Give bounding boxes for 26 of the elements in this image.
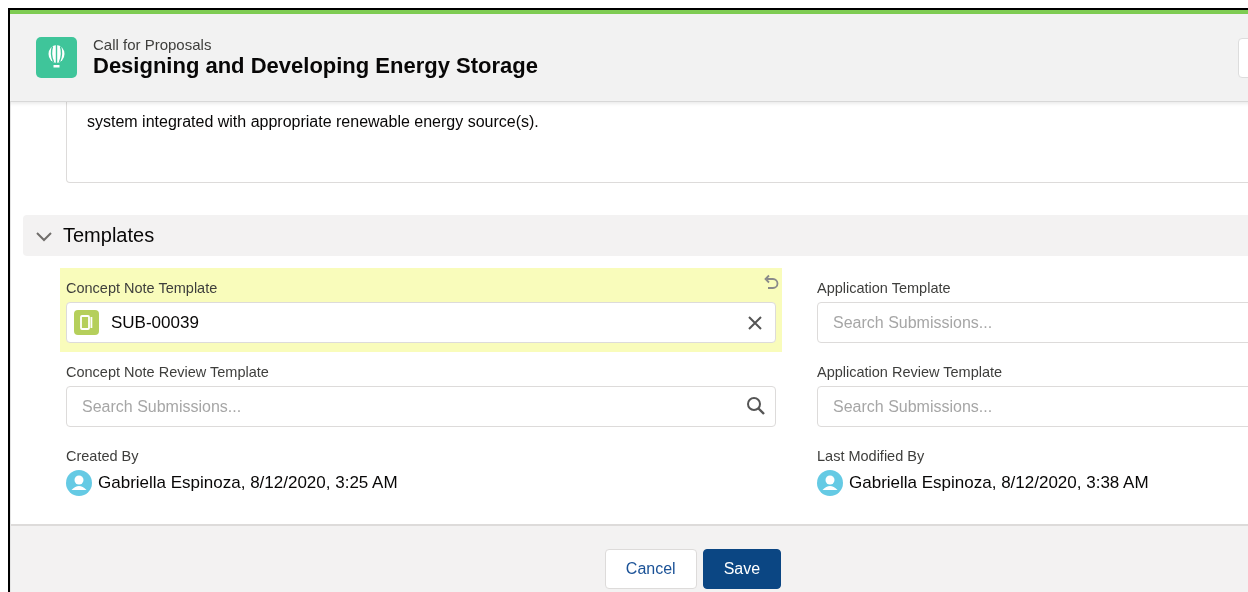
field-label: Concept Note Review Template (66, 364, 269, 380)
balloon-icon (36, 37, 77, 78)
avatar-icon (817, 470, 843, 496)
search-field[interactable]: Search Submissions... (66, 386, 776, 427)
undo-icon[interactable] (762, 274, 780, 292)
field-label: Created By (66, 448, 139, 464)
record-icon (74, 310, 99, 335)
save-button[interactable]: Save (702, 549, 782, 589)
field-label: Application Template (817, 280, 951, 296)
field-label: Concept Note Template (66, 280, 218, 296)
description-text: system integrated with appropriate renewable energy source(s). (87, 113, 539, 130)
search-field[interactable]: Search Submissions... (817, 302, 1248, 343)
user-link[interactable]: Gabriella Espinoza (98, 473, 241, 493)
timestamp: , 8/12/2020, 3:25 AM (240, 473, 398, 493)
avatar-icon (66, 470, 92, 496)
record-title: Designing and Developing Energy Storage (93, 53, 538, 79)
object-type: Call for Proposals (93, 36, 213, 53)
timestamp: , 8/12/2020, 3:38 AM (991, 473, 1149, 493)
cancel-button[interactable]: Cancel (604, 549, 697, 589)
search-field[interactable]: Search Submissions... (817, 386, 1248, 427)
field-label: Last Modified By (817, 448, 925, 464)
section-header[interactable]: Templates (23, 215, 1248, 256)
user-link[interactable]: Gabriella Espinoza (849, 473, 992, 493)
lookup-field[interactable]: SUB-00039 (66, 302, 776, 343)
search-icon[interactable] (746, 396, 766, 416)
field-label: Application Review Template (817, 364, 1003, 380)
